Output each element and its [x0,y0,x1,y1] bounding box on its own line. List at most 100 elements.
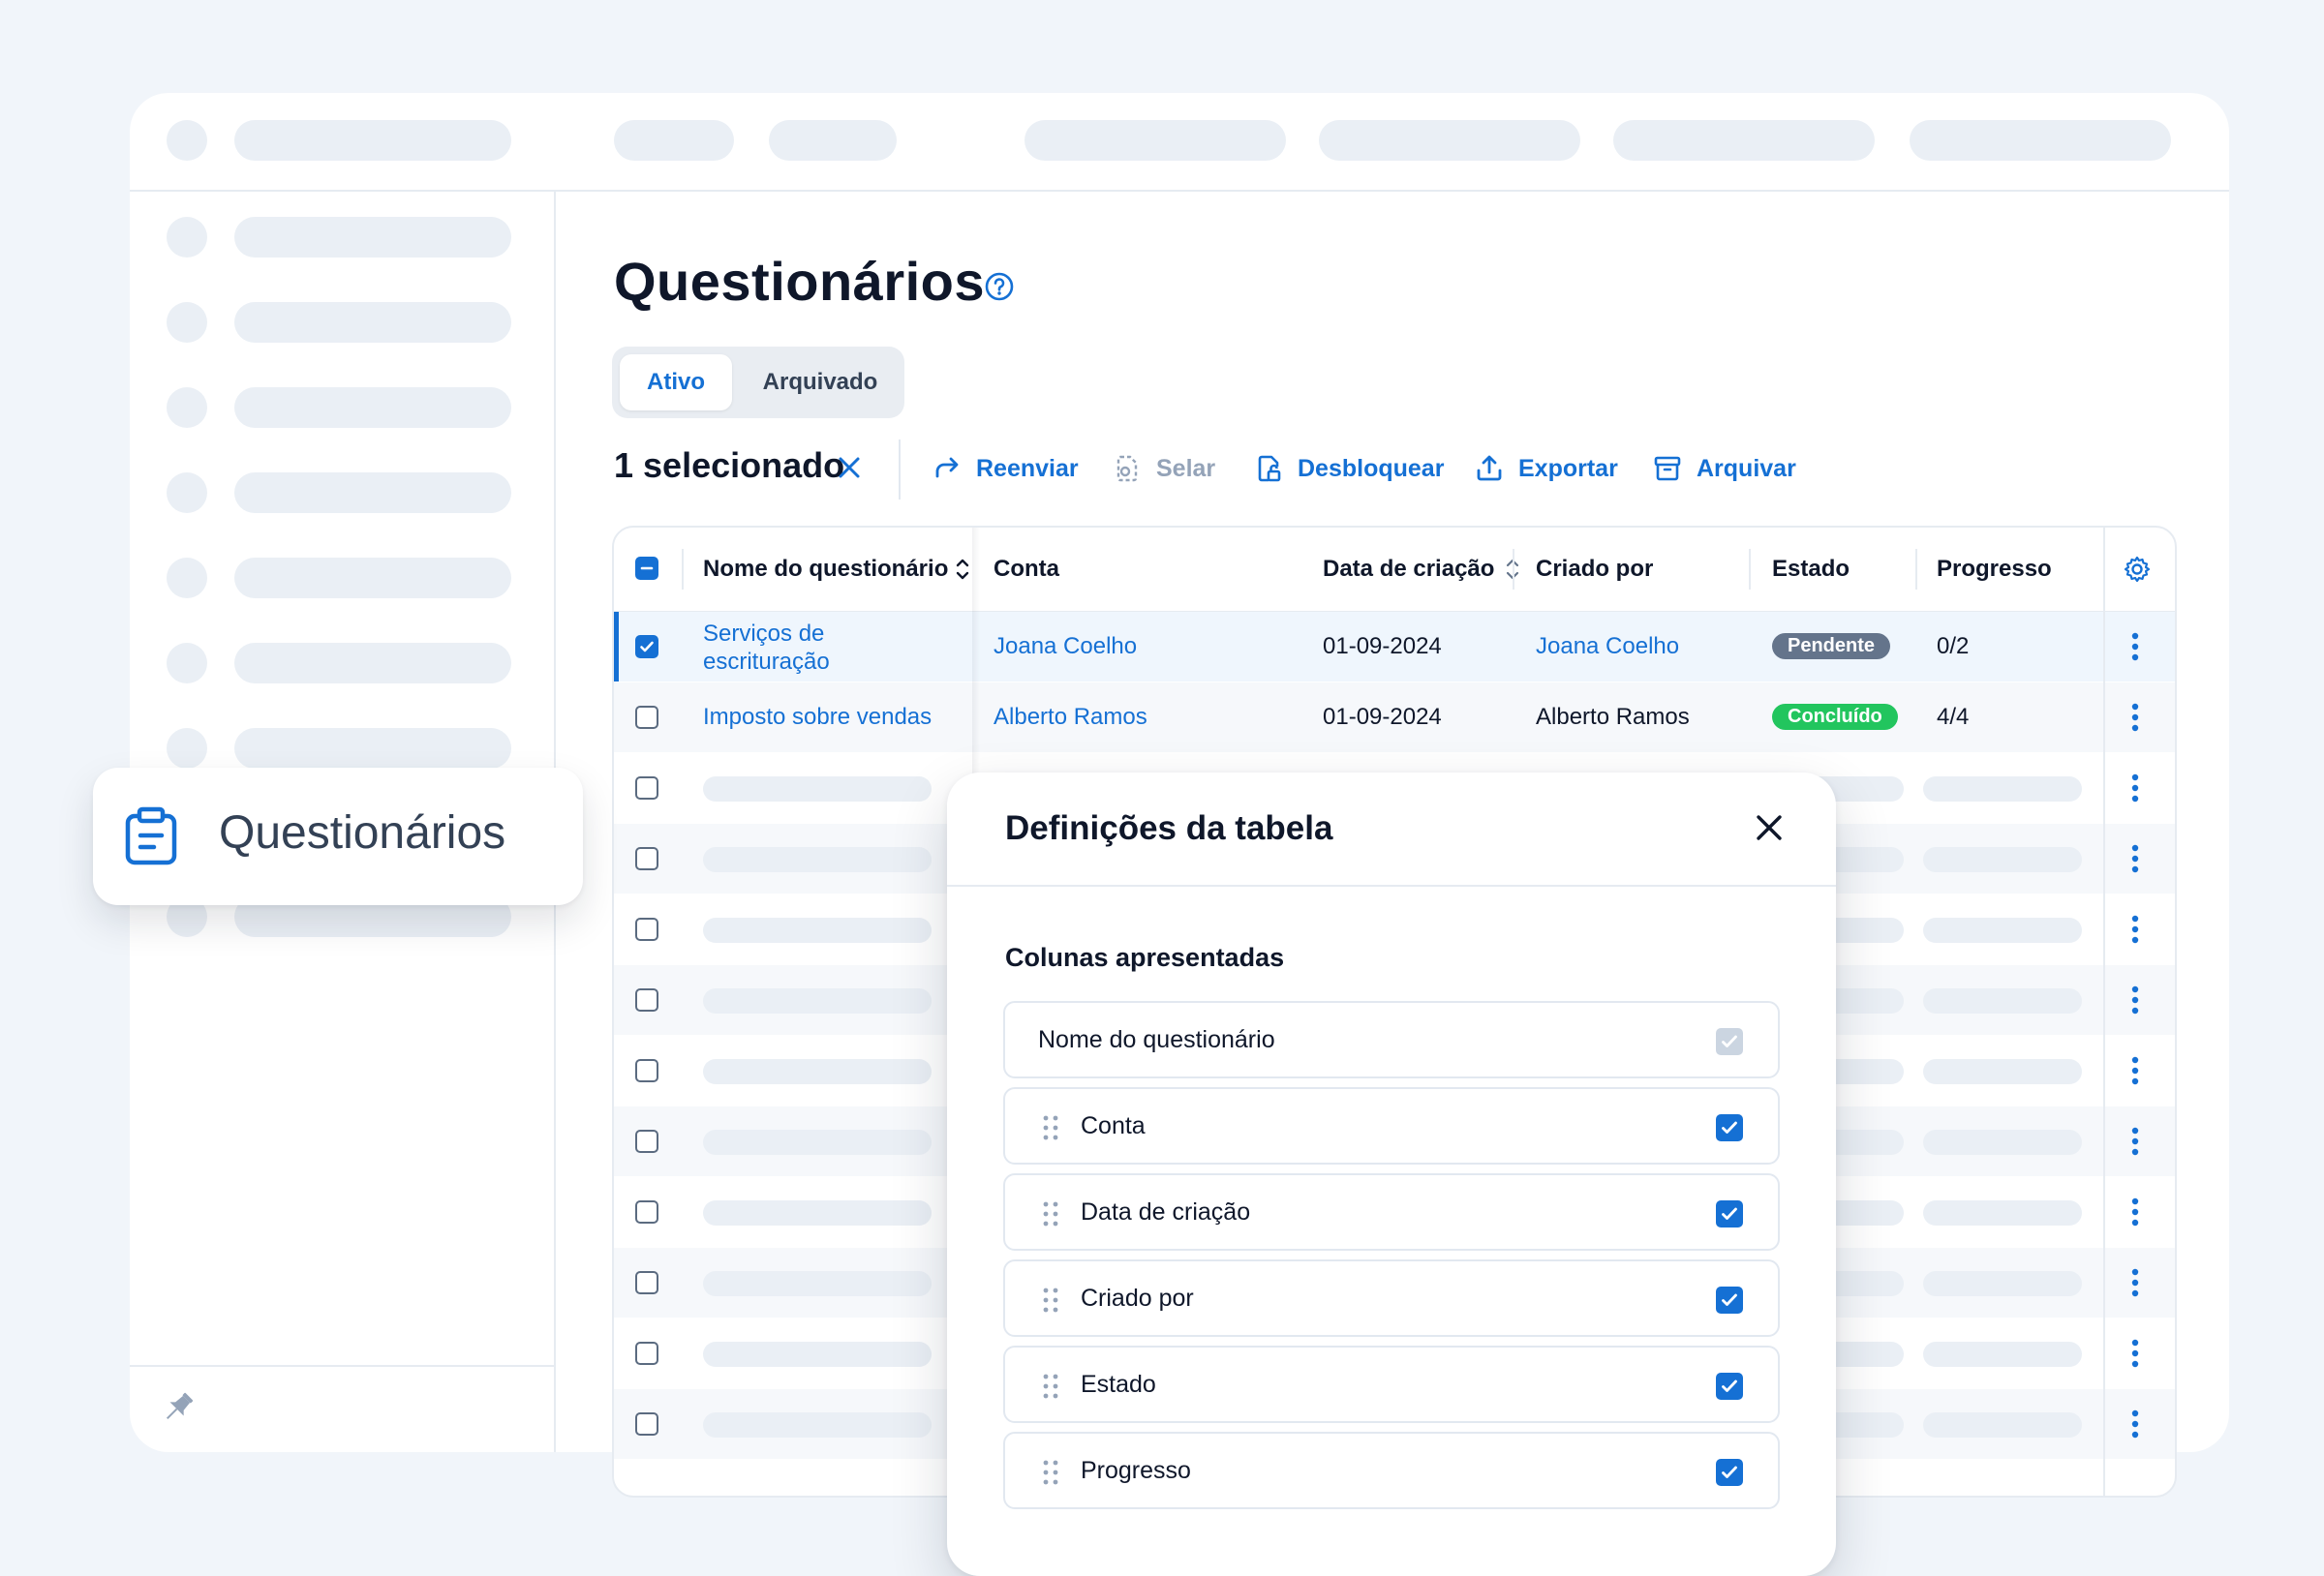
nav-item-questionnaires[interactable]: Questionários [93,768,583,905]
column-visibility-checkbox[interactable] [1716,1200,1743,1227]
column-divider [1749,549,1751,590]
column-visibility-checkbox[interactable] [1716,1459,1743,1486]
column-setting-item: Nome do questionário [1003,1001,1780,1078]
column-divider [1915,549,1917,590]
row-checkbox[interactable] [635,1200,658,1224]
skeleton-placeholder [167,472,207,513]
skeleton-placeholder [703,1412,932,1438]
column-divider [682,549,684,590]
table-header: Nome do questionário Conta Data de criaç… [614,528,2175,613]
more-options-icon[interactable] [2130,1197,2140,1227]
questionnaire-name-link[interactable]: Serviços de escrituração [703,620,830,676]
skeleton-placeholder [1923,988,2082,1014]
created-date: 01-09-2024 [1323,704,1442,730]
drag-handle-icon[interactable] [1042,1114,1059,1141]
more-options-icon[interactable] [2130,1055,2140,1086]
sort-icon[interactable] [955,557,970,582]
skeleton-placeholder [1923,918,2082,943]
row-checkbox[interactable] [635,635,658,658]
skeleton-placeholder [234,558,511,598]
skeleton-placeholder [167,728,207,769]
drag-handle-icon[interactable] [1042,1287,1059,1314]
export-button[interactable]: Exportar [1474,447,1618,490]
archive-button[interactable]: Arquivar [1652,447,1796,490]
drag-handle-icon[interactable] [1042,1373,1059,1400]
column-header-created-by[interactable]: Criado por [1536,528,1653,611]
more-options-icon[interactable] [2130,1267,2140,1298]
skeleton-placeholder [703,776,932,802]
more-options-icon[interactable] [2130,631,2140,662]
clear-selection-icon[interactable] [837,455,862,480]
close-icon[interactable] [1755,813,1784,842]
seal-label: Selar [1156,454,1216,482]
row-checkbox[interactable] [635,1412,658,1436]
tab-arquivado[interactable]: Arquivado [748,354,893,410]
tab-ativo[interactable]: Ativo [620,354,732,410]
help-circle-icon[interactable] [984,271,1015,302]
more-options-icon[interactable] [2130,985,2140,1015]
column-setting-item[interactable]: Conta [1003,1087,1780,1165]
created-by[interactable]: Joana Coelho [1536,633,1679,660]
row-checkbox[interactable] [635,706,658,729]
more-options-icon[interactable] [2130,914,2140,945]
column-visibility-checkbox[interactable] [1716,1114,1743,1141]
table-settings-dialog: Definições da tabela Colunas apresentada… [947,773,1836,1576]
row-checkbox[interactable] [635,1130,658,1153]
pin-icon[interactable] [159,1388,198,1427]
row-checkbox[interactable] [635,1271,658,1294]
skeleton-placeholder [703,918,932,943]
row-checkbox[interactable] [635,1059,658,1082]
column-header-status[interactable]: Estado [1772,528,1850,611]
select-all-checkbox[interactable] [635,557,658,580]
seal-document-icon [1116,455,1138,482]
row-checkbox[interactable] [635,776,658,800]
unlock-button[interactable]: Desbloquear [1253,447,1444,490]
status-badge: Concluído [1772,704,1898,730]
column-visibility-checkbox [1716,1028,1743,1055]
column-setting-label: Progresso [1081,1457,1191,1484]
questionnaire-name-link[interactable]: Imposto sobre vendas [703,704,932,731]
skeleton-placeholder [1923,1412,2082,1438]
column-setting-item[interactable]: Estado [1003,1346,1780,1423]
column-divider [1513,549,1514,590]
drag-handle-icon[interactable] [1042,1459,1059,1486]
column-setting-item[interactable]: Data de criação [1003,1173,1780,1251]
skeleton-placeholder [1319,120,1580,161]
row-checkbox[interactable] [635,918,658,941]
account-link[interactable]: Alberto Ramos [994,704,1147,731]
column-header-name[interactable]: Nome do questionário [703,528,948,611]
column-setting-label: Conta [1081,1112,1146,1139]
skeleton-placeholder [234,643,511,683]
column-header-created[interactable]: Data de criação [1323,528,1494,611]
table-row[interactable]: Serviços de escrituração Joana Coelho 01-09… [614,612,2175,682]
more-options-icon[interactable] [2130,1409,2140,1440]
created-by: Alberto Ramos [1536,704,1690,730]
gear-icon[interactable] [2123,555,2152,584]
more-options-icon[interactable] [2130,1338,2140,1369]
resend-button[interactable]: Reenviar [932,447,1079,490]
column-setting-item[interactable]: Criado por [1003,1259,1780,1337]
skeleton-placeholder [167,643,207,683]
skeleton-placeholder [1923,1342,2082,1367]
column-setting-item[interactable]: Progresso [1003,1432,1780,1509]
more-options-icon[interactable] [2130,773,2140,803]
skeleton-placeholder [234,302,511,343]
drag-handle-icon[interactable] [1042,1200,1059,1227]
column-header-progress[interactable]: Progresso [1937,528,2052,611]
skeleton-placeholder [1923,1271,2082,1296]
more-options-icon[interactable] [2130,843,2140,874]
more-options-icon[interactable] [2130,702,2140,733]
row-checkbox[interactable] [635,988,658,1012]
questionnaire-name-line: Serviços de [703,621,825,647]
archive-box-icon [1654,456,1681,481]
account-link[interactable]: Joana Coelho [994,633,1137,660]
column-visibility-checkbox[interactable] [1716,1373,1743,1400]
column-header-account[interactable]: Conta [994,528,1059,611]
more-options-icon[interactable] [2130,1126,2140,1157]
skeleton-placeholder [167,120,207,161]
column-visibility-checkbox[interactable] [1716,1287,1743,1314]
table-row[interactable]: Imposto sobre vendas Alberto Ramos 01-09-2… [614,682,2175,752]
row-checkbox[interactable] [635,847,658,870]
seal-button[interactable]: Selar [1112,447,1215,490]
row-checkbox[interactable] [635,1342,658,1365]
